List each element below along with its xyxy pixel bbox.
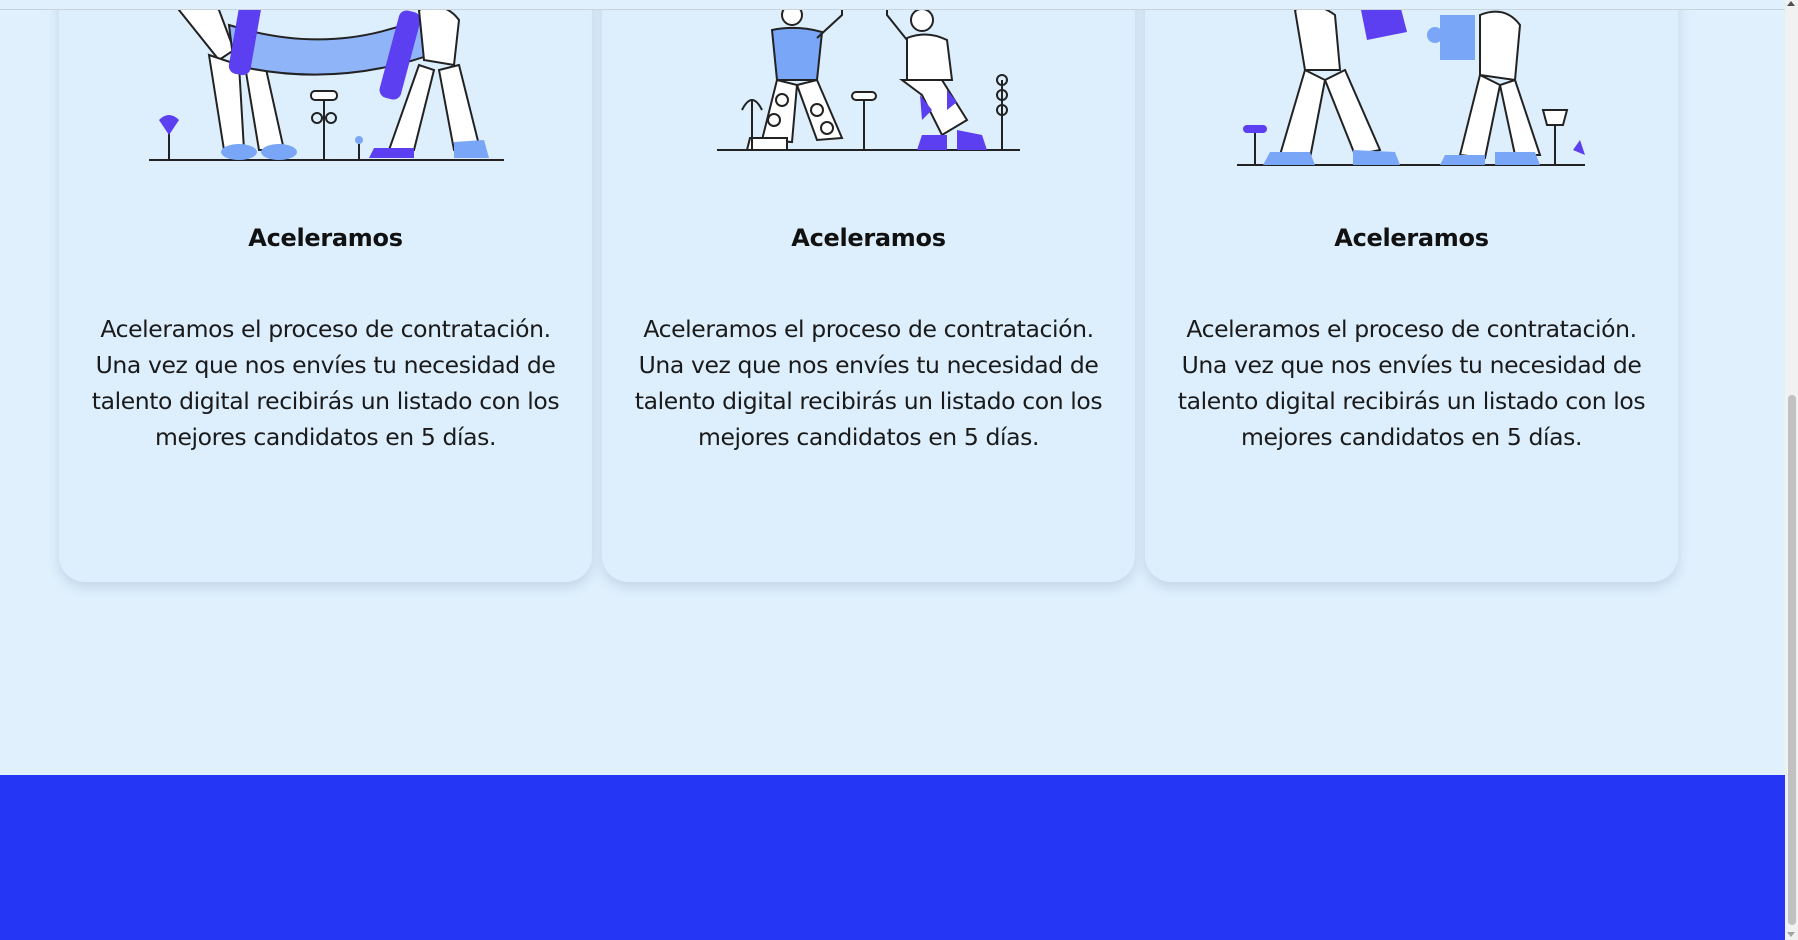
cards-section: Aceleramos Aceleramos el proceso de cont… (0, 0, 1785, 775)
feature-card: Aceleramos Aceleramos el proceso de cont… (602, 0, 1135, 582)
feature-card: Aceleramos Aceleramos el proceso de cont… (59, 0, 592, 582)
puzzle-pieces-illustration (1237, 0, 1585, 166)
feature-card: Aceleramos Aceleramos el proceso de cont… (1145, 0, 1678, 582)
two-people-carrying-illustration (149, 0, 504, 161)
viewport-top-edge (0, 0, 1785, 10)
footer-band (0, 775, 1785, 940)
card-description: Aceleramos el proceso de contratación. U… (91, 315, 560, 451)
scrollbar-thumb[interactable] (1788, 395, 1796, 925)
card-title: Aceleramos (248, 224, 403, 252)
scroll-down-arrow-icon[interactable] (1787, 932, 1795, 937)
card-title: Aceleramos (1334, 224, 1489, 252)
card-description: Aceleramos el proceso de contratación. U… (634, 315, 1103, 451)
card-description: Aceleramos el proceso de contratación. U… (1177, 315, 1646, 451)
card-title: Aceleramos (791, 224, 946, 252)
scroll-up-arrow-icon[interactable] (1787, 1, 1795, 6)
high-five-illustration (717, 0, 1020, 151)
